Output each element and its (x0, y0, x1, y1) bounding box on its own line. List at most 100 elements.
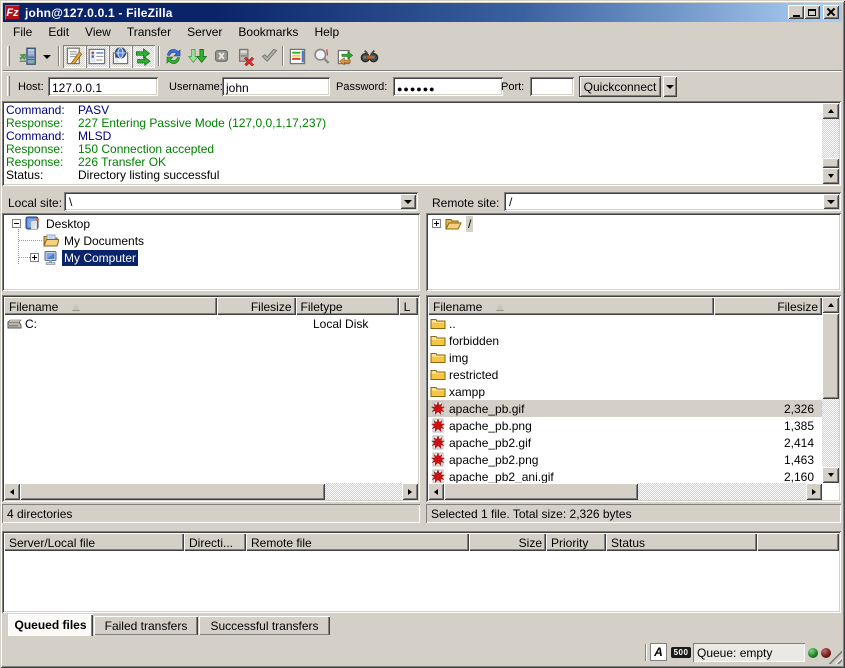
column-header-filename[interactable]: Filename (4, 297, 217, 315)
scroll-down-button[interactable] (822, 168, 839, 184)
minimize-button[interactable] (788, 5, 804, 19)
combo-arrow-button[interactable] (823, 194, 839, 209)
host-label: Host: (18, 81, 44, 93)
column-header-filename[interactable]: Filename (428, 297, 714, 315)
password-input[interactable] (393, 77, 503, 96)
tree-item-my-computer[interactable]: My Computer (2, 249, 138, 266)
file-row--[interactable]: .. (428, 315, 822, 332)
comparison-button[interactable] (310, 45, 333, 68)
ascii-data-type-icon[interactable]: A (650, 643, 667, 661)
toolbar-gripper (7, 46, 10, 66)
menu-transfer[interactable]: Transfer (119, 23, 179, 42)
column-header-local-file[interactable]: Server/Local file (4, 533, 184, 551)
collapse-box[interactable] (12, 219, 21, 228)
log-scrollbar[interactable] (822, 103, 839, 184)
scroll-up-button[interactable] (822, 297, 839, 313)
tab-queued-files[interactable]: Queued files (8, 614, 93, 636)
remote-site-combo[interactable]: / (504, 192, 841, 211)
transfer-queue: Server/Local file Directi... Remote file… (2, 531, 841, 613)
host-input[interactable] (48, 77, 158, 96)
scrollbar-thumb[interactable] (20, 483, 325, 500)
cancel-button[interactable] (210, 45, 233, 68)
maximize-button[interactable] (804, 5, 820, 19)
file-row-img[interactable]: img (428, 349, 822, 366)
site-manager-dropdown[interactable] (40, 45, 54, 68)
scrollbar-thumb[interactable] (822, 313, 839, 399)
file-row-apache-pb-gif[interactable]: apache_pb.gif2,326 (428, 400, 822, 417)
local-list-hscrollbar[interactable] (4, 483, 418, 500)
message-log-toggle-button[interactable] (63, 45, 86, 68)
local-tree-view: Desktop My Documents My Computer (2, 213, 420, 291)
tree-item-desktop[interactable]: Desktop (2, 215, 92, 232)
remote-list-hscrollbar[interactable] (428, 483, 822, 500)
scroll-right-icon (812, 489, 816, 495)
local-tree-toggle-button[interactable] (86, 45, 109, 68)
tab-failed-transfers[interactable]: Failed transfers (94, 616, 198, 635)
menu-help[interactable]: Help (306, 23, 347, 42)
filter-button[interactable] (286, 45, 309, 68)
local-site-combo[interactable]: \ (64, 192, 418, 211)
expand-box[interactable] (30, 253, 39, 262)
scroll-right-button[interactable] (402, 483, 418, 500)
column-header-remote-file[interactable]: Remote file (246, 533, 469, 551)
column-header-lastmodified[interactable]: L (399, 297, 418, 315)
tree-item-my-documents[interactable]: My Documents (2, 232, 146, 249)
column-header-priority[interactable]: Priority (546, 533, 606, 551)
scroll-down-button[interactable] (822, 467, 839, 483)
tree-item-root[interactable]: / (426, 215, 473, 232)
menu-edit[interactable]: Edit (40, 23, 77, 42)
scroll-up-button[interactable] (822, 103, 839, 119)
column-header-status[interactable]: Status (606, 533, 757, 551)
dropdown-arrow-icon (666, 85, 674, 89)
transfer-queue-toggle-button[interactable] (132, 45, 155, 68)
port-input[interactable] (530, 77, 574, 96)
column-header-filetype[interactable]: Filetype (296, 297, 399, 315)
resize-grip[interactable] (828, 650, 842, 664)
sync-browsing-button[interactable] (334, 45, 357, 68)
menu-view[interactable]: View (77, 23, 119, 42)
column-header-filesize[interactable]: Filesize (714, 297, 822, 315)
expand-box[interactable] (432, 219, 441, 228)
menu-server[interactable]: Server (179, 23, 230, 42)
file-row-restricted[interactable]: restricted (428, 366, 822, 383)
column-header-direction[interactable]: Directi... (184, 533, 246, 551)
column-header-filesize[interactable]: Filesize (217, 297, 295, 315)
scroll-down-icon (828, 174, 834, 178)
refresh-button[interactable] (162, 45, 185, 68)
scroll-right-button[interactable] (806, 483, 822, 500)
remote-tree-toggle-button[interactable] (109, 45, 132, 68)
quickconnect-button[interactable]: Quickconnect (579, 76, 661, 97)
menu-file[interactable]: File (5, 23, 40, 42)
file-row-apache-pb2-png[interactable]: apache_pb2.png1,463 (428, 451, 822, 468)
scroll-left-icon (10, 489, 14, 495)
scroll-left-button[interactable] (4, 483, 20, 500)
site-manager-button[interactable] (16, 45, 39, 68)
file-row-apache-pb2-gif[interactable]: apache_pb2.gif2,414 (428, 434, 822, 451)
quickconnect-dropdown[interactable] (663, 76, 677, 97)
column-header-size[interactable]: Size (469, 533, 546, 551)
file-row-forbidden[interactable]: forbidden (428, 332, 822, 349)
reconnect-button[interactable] (258, 45, 281, 68)
tab-successful-transfers[interactable]: Successful transfers (199, 616, 330, 635)
disconnect-button[interactable] (234, 45, 257, 68)
close-button[interactable] (823, 5, 839, 19)
find-files-button[interactable] (358, 45, 381, 68)
scrollbar-thumb[interactable] (444, 483, 638, 500)
remote-list-vscrollbar[interactable] (822, 297, 839, 483)
filter-icon (288, 47, 307, 66)
file-name: xampp (449, 385, 485, 399)
my-computer-icon (43, 250, 59, 266)
scroll-left-button[interactable] (428, 483, 444, 500)
process-queue-button[interactable] (186, 45, 209, 68)
file-row-xampp[interactable]: xampp (428, 383, 822, 400)
username-input[interactable] (222, 77, 330, 96)
scrollbar-thumb[interactable] (822, 158, 839, 168)
combo-arrow-button[interactable] (400, 194, 416, 209)
file-row-apache-pb-png[interactable]: apache_pb.png1,385 (428, 417, 822, 434)
speed-limits-icon[interactable]: 500 (671, 647, 691, 658)
file-name: apache_pb2_ani.gif (449, 470, 554, 484)
menu-bookmarks[interactable]: Bookmarks (230, 23, 306, 42)
file-row-c-drive[interactable]: C: Local Disk (4, 315, 418, 332)
tree-item-label: My Computer (62, 250, 138, 266)
remote-list-status: Selected 1 file. Total size: 2,326 bytes (426, 504, 841, 523)
